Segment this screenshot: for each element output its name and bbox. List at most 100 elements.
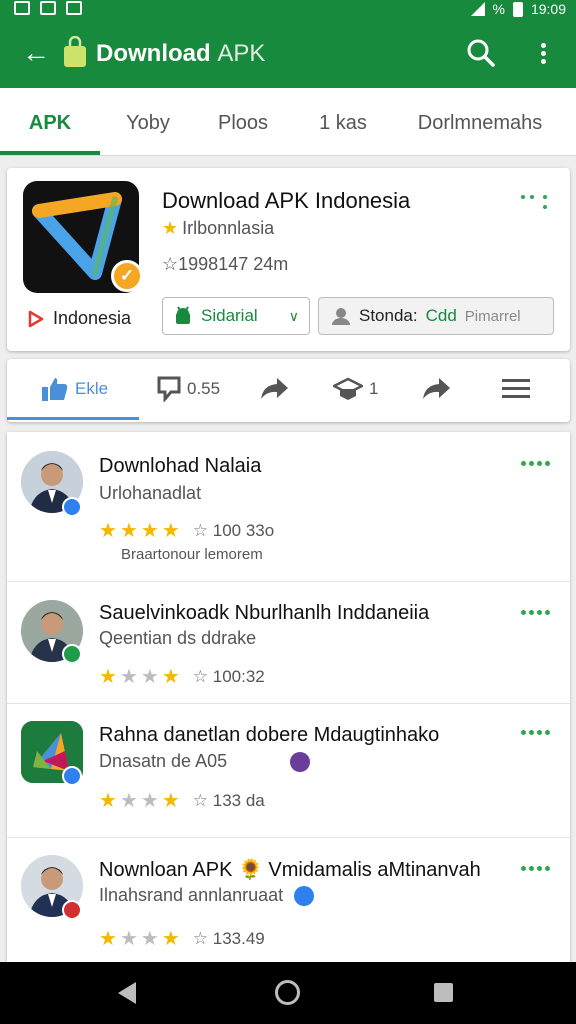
action-indicator (7, 417, 139, 420)
list-item[interactable]: Nownloan APK 🌻 Vmidamalis aMtinanvah Iln… (7, 838, 570, 964)
app-name: Download APK Indonesia (162, 188, 411, 213)
wishlist-button[interactable]: Stonda: Cdd Pimarrel (318, 297, 554, 335)
action-comment[interactable]: 0.55 (157, 359, 220, 419)
star-icon: ★ (119, 666, 138, 688)
clock: 19:09 (530, 1, 566, 17)
system-icons: % 19:09 (470, 1, 566, 17)
item-rating: ★ ★ ★ ★ ☆ 100:32 (99, 666, 265, 688)
action-menu[interactable] (501, 359, 531, 419)
item-title: Nownloan APK 🌻 Vmidamalis aMtinanvah (99, 859, 481, 881)
item-subtitle: Urlohanadlat (99, 483, 202, 503)
item-subtitle: Dnasatn de A05 (99, 750, 311, 773)
app-title: Download APK (96, 40, 266, 67)
action-like[interactable]: Ekle (41, 359, 108, 419)
action-forward[interactable] (421, 359, 451, 419)
tab-yoby[interactable]: Yoby (104, 88, 192, 156)
nav-back-icon[interactable] (118, 982, 136, 1004)
item-title: Downlohad Nalaia (99, 455, 262, 477)
item-note: Braartonour lemorem (121, 546, 263, 563)
nav-recents-icon[interactable] (434, 983, 453, 1002)
android-icon (176, 306, 190, 324)
thumbs-up-icon (42, 378, 68, 401)
install-button[interactable]: Sidarial ∨ (162, 297, 310, 335)
verified-badge-icon (62, 766, 82, 786)
play-icon (28, 310, 44, 327)
search-icon[interactable] (466, 38, 496, 68)
card-more-icon[interactable] (521, 193, 551, 211)
item-title: Sauelvinkoadk Nburlhanlh Inddaneiia (99, 602, 430, 624)
star-icon: ★ (162, 218, 179, 238)
star-icon: ★ (161, 928, 180, 950)
star-outline-icon: ☆ (192, 928, 208, 948)
tab-dorlmnemahs[interactable]: Dorlmnemahs (400, 88, 560, 156)
gallery-icon (14, 1, 30, 15)
tab-bar: APK Yoby Ploos 1 kas Dorlmnemahs (0, 88, 576, 156)
publisher-row[interactable]: Indonesia (27, 308, 131, 329)
verified-badge-icon (62, 644, 82, 664)
item-rating: ★ ★ ★ ★ ☆ 133 da (99, 790, 265, 812)
nav-home-icon[interactable] (275, 980, 300, 1005)
star-icon: ★ (99, 520, 117, 542)
star-icon: ★ (140, 520, 159, 542)
shield-badge-icon (290, 752, 311, 773)
item-rating: ★ ★ ★ ★ ☆ 100 33o (99, 520, 275, 542)
person-icon (332, 308, 350, 325)
action-learn[interactable]: 1 (333, 359, 378, 419)
item-more-icon[interactable] (521, 610, 551, 618)
action-share[interactable] (259, 359, 289, 419)
publisher-name: Indonesia (53, 308, 132, 328)
star-outline-icon: ☆ (192, 520, 208, 540)
back-arrow-icon[interactable]: ← (22, 38, 50, 68)
app-bar: ← Download APK (0, 20, 576, 88)
star-icon: ★ (99, 928, 117, 950)
list-item[interactable]: Sauelvinkoadk Nburlhanlh Inddaneiia Qeen… (7, 582, 570, 704)
graduation-cap-icon (333, 377, 363, 400)
image-icon (66, 1, 82, 15)
verified-badge-icon (62, 497, 82, 517)
tab-ploos[interactable]: Ploos (200, 88, 286, 156)
star-outline-icon: ☆ (192, 790, 208, 810)
tab-1kas[interactable]: 1 kas (300, 88, 386, 156)
notification-icons (14, 1, 82, 15)
status-bar: % 19:09 (0, 0, 576, 20)
item-more-icon[interactable] (521, 866, 551, 874)
item-more-icon[interactable] (521, 461, 551, 469)
item-more-icon[interactable] (521, 730, 551, 738)
battery-icon (512, 1, 523, 17)
action-bar: Ekle 0.55 1 (7, 359, 570, 422)
list-item[interactable]: Downlohad Nalaia Urlohanadlat ★ ★ ★ ★ ☆ … (7, 432, 570, 582)
app-card: ✓ Indonesia Download APK Indonesia ★ Irl… (7, 168, 570, 351)
item-rating: ★ ★ ★ ★ ☆ 133.49 (99, 928, 265, 950)
app-developer[interactable]: ★ Irlbonnlasia (162, 218, 274, 239)
system-nav-bar (0, 962, 576, 1024)
comment-icon (157, 376, 181, 402)
chevron-down-icon: ∨ (288, 307, 299, 324)
list-item[interactable]: Rahna danetlan dobere Mdaugtinhako Dnasa… (7, 704, 570, 838)
star-icon: ★ (140, 928, 159, 950)
star-icon: ★ (161, 790, 180, 812)
forward-icon (423, 378, 450, 399)
star-outline-icon: ☆ (192, 666, 208, 686)
tab-indicator (0, 151, 100, 155)
shopping-bag-icon (64, 36, 86, 67)
star-icon: ★ (161, 520, 180, 542)
star-icon: ★ (99, 666, 117, 688)
item-subtitle: Qeentian ds ddrake (99, 628, 257, 648)
star-icon: ★ (140, 790, 159, 812)
star-icon: ★ (161, 666, 180, 688)
share-icon (261, 378, 288, 399)
battery-percent: % (492, 1, 505, 17)
star-icon: ★ (119, 790, 138, 812)
signal-icon (470, 2, 485, 16)
verified-badge-icon: ✓ (111, 260, 143, 292)
item-subtitle: Ilnahsrand annlanruaat (99, 884, 315, 907)
overflow-menu-icon[interactable] (532, 40, 554, 68)
download-badge-icon (294, 886, 315, 907)
app-list: Downlohad Nalaia Urlohanadlat ★ ★ ★ ★ ☆ … (7, 432, 570, 964)
tab-apk[interactable]: APK (0, 88, 100, 156)
star-icon: ★ (99, 790, 117, 812)
app-meta: ☆1998147 24m (162, 254, 289, 274)
star-icon: ★ (140, 666, 159, 688)
star-icon: ★ (119, 520, 138, 542)
item-title: Rahna danetlan dobere Mdaugtinhako (99, 724, 440, 746)
